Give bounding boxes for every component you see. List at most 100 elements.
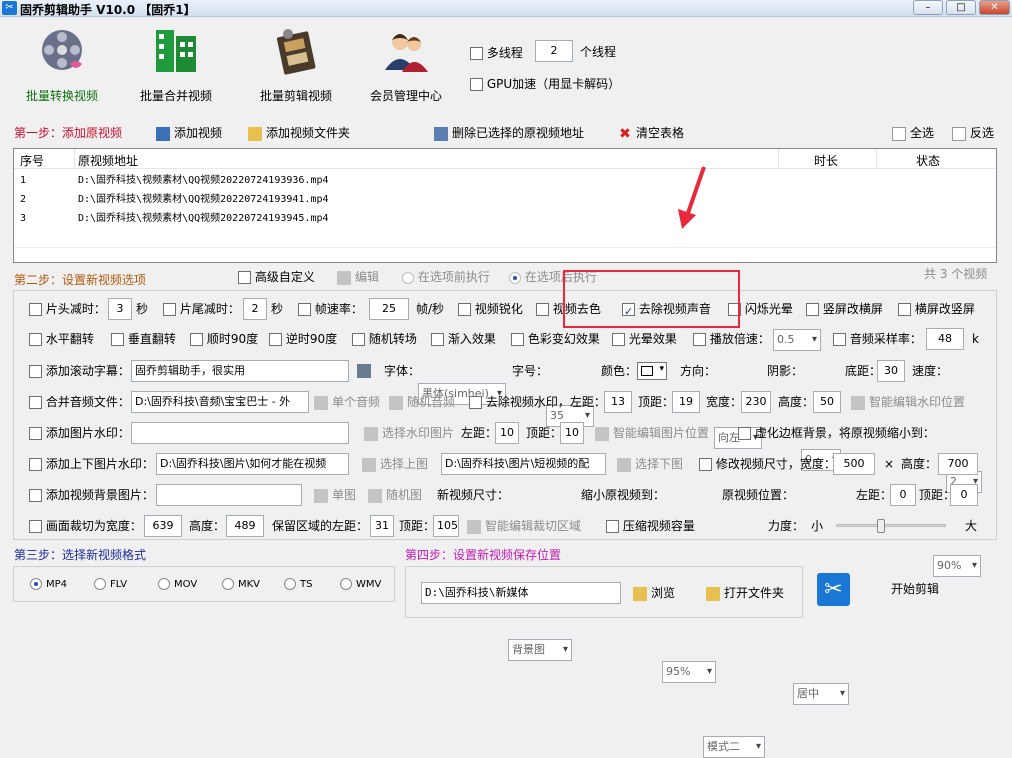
decolor-checkbox[interactable] [536,303,549,316]
bottom-input[interactable]: 30 [877,360,905,382]
tb-wm-option[interactable]: 添加上下图片水印： [29,453,154,475]
subtitle-edit-icon[interactable] [357,364,371,378]
crop-width-input[interactable]: 639 [144,515,182,537]
cw90-option[interactable]: 顺时90度 [190,328,258,350]
choose-top-button[interactable]: 选择上图 [362,453,428,475]
framerate-input[interactable]: 25 [369,298,409,320]
browse-button[interactable]: 浏览 [633,582,675,604]
blur-bg-option[interactable]: 虚化边框背景，将原视频缩小到： [738,422,935,444]
vflip-option[interactable]: 垂直翻转 [111,328,176,350]
color-shift-checkbox[interactable] [511,333,524,346]
resize-checkbox[interactable] [699,458,712,471]
random-img-button[interactable]: 随机图 [368,484,422,506]
bg-top-input[interactable]: 0 [950,484,978,506]
tail-cut-input[interactable]: 2 [243,298,267,320]
head-cut-checkbox[interactable] [29,303,42,316]
format-option-mov[interactable]: MOV [158,574,197,596]
exec-before-radio[interactable] [402,271,414,284]
img-left-input[interactable]: 10 [495,422,519,444]
open-folder-button[interactable]: 打开文件夹 [706,582,784,604]
pos-select[interactable]: 居中 [793,683,849,705]
framerate-option[interactable]: 帧速率： [298,298,363,320]
subtitle-input[interactable]: 固乔剪辑助手，很实用 [131,360,349,382]
merge-audio-checkbox[interactable] [29,396,42,409]
format-radio[interactable] [30,578,42,590]
tool-batch-edit[interactable]: 批量剪辑视频 [248,26,344,104]
vflip-checkbox[interactable] [111,333,124,346]
subtitle-option[interactable]: 添加滚动字幕： [29,360,130,382]
remove-wm-checkbox[interactable] [469,396,482,409]
exec-after-radio[interactable] [509,271,521,284]
framerate-checkbox[interactable] [298,303,311,316]
color-shift-option[interactable]: 色彩变幻效果 [511,328,600,350]
delete-selected-button[interactable]: 删除已选择的原视频地址 [434,124,584,141]
crop-option[interactable]: 画面裁切为宽度： [29,515,142,537]
bottom-img-path-input[interactable]: D:\固乔科技\图片\短视频的配 [441,453,606,475]
scissors-icon[interactable]: ✂ [817,573,850,606]
format-radio[interactable] [284,578,296,590]
sharpen-option[interactable]: 视频锐化 [458,298,523,320]
sample-option[interactable]: 音频采样率： [833,328,922,350]
format-option-ts[interactable]: TS [284,574,312,596]
sample-checkbox[interactable] [833,333,846,346]
save-path-input[interactable]: D:\固乔科技\新媒体 [421,582,621,604]
choose-bottom-button[interactable]: 选择下图 [617,453,683,475]
compress-option[interactable]: 压缩视频容量 [606,515,695,537]
subtitle-checkbox[interactable] [29,365,42,378]
resize-width-input[interactable]: 500 [833,453,875,475]
tb-wm-checkbox[interactable] [29,458,42,471]
img-top-input[interactable]: 10 [560,422,584,444]
hflip-checkbox[interactable] [29,333,42,346]
smart-img-button[interactable]: 智能编辑图片位置 [595,422,709,444]
speed-option[interactable]: 播放倍速： [693,328,770,350]
random-trans-checkbox[interactable] [352,333,365,346]
add-video-button[interactable]: 添加视频 [156,124,222,141]
fade-in-checkbox[interactable] [431,333,444,346]
shrink-select[interactable]: 95% [662,661,716,683]
h2v-option[interactable]: 横屏改竖屏 [898,298,975,320]
sharpen-checkbox[interactable] [458,303,471,316]
top-img-path-input[interactable]: D:\固乔科技\图片\如何才能在视频 [156,453,349,475]
table-row[interactable]: 3 D:\固乔科技\视频素材\QQ视频20220724193945.mp4 [14,209,996,228]
img-wm-path-input[interactable] [131,422,349,444]
video-table[interactable]: 序号 原视频地址 时长 状态 1 D:\固乔科技\视频素材\QQ视频2022072… [13,148,997,263]
crop-height-input[interactable]: 489 [226,515,264,537]
compress-checkbox[interactable] [606,520,619,533]
choose-wm-button[interactable]: 选择水印图片 [364,422,454,444]
invert-select-button[interactable]: 反选 [952,124,994,141]
select-all-button[interactable]: 全选 [892,124,934,141]
force-slider[interactable] [836,519,946,533]
speed-checkbox[interactable] [693,333,706,346]
merge-audio-option[interactable]: 合并音频文件： [29,391,130,413]
multithread-checkbox[interactable] [470,47,483,60]
remove-wm-option[interactable]: 去除视频水印，左距： [469,391,606,413]
random-trans-option[interactable]: 随机转场 [352,328,417,350]
tail-cut-option[interactable]: 片尾减时： [163,298,240,320]
blur-bg-checkbox[interactable] [738,427,751,440]
color-picker[interactable]: ▾ [637,362,667,380]
format-option-wmv[interactable]: WMV [340,574,381,596]
start-button[interactable]: 开始剪辑 [891,578,939,600]
compress-mode-select[interactable]: 模式二 [703,736,765,758]
ccw90-checkbox[interactable] [269,333,282,346]
tail-cut-checkbox[interactable] [163,303,176,316]
advanced-option[interactable]: 高级自定义 [238,266,315,288]
format-option-flv[interactable]: FLV [94,574,127,596]
tool-batch-convert[interactable]: 批量转换视频 [18,26,106,104]
bg-img-path-input[interactable] [156,484,302,506]
add-folder-button[interactable]: 添加视频文件夹 [248,124,350,141]
fade-in-option[interactable]: 渐入效果 [431,328,496,350]
keep-top-input[interactable]: 105 [433,515,459,537]
smart-crop-button[interactable]: 智能编辑裁切区域 [467,515,581,537]
format-radio[interactable] [94,578,106,590]
blur-select[interactable]: 90% [933,555,981,577]
maximize-button[interactable]: □ [946,0,976,15]
cw90-checkbox[interactable] [190,333,203,346]
format-option-mp4[interactable]: MP4 [30,574,67,596]
halo-option[interactable]: 光晕效果 [612,328,677,350]
single-img-button[interactable]: 单图 [314,484,356,506]
thread-count-input[interactable]: 2 [535,40,573,62]
halo-checkbox[interactable] [612,333,625,346]
multithread-option[interactable]: 多线程 [470,42,523,64]
sample-input[interactable]: 48 [926,328,964,350]
